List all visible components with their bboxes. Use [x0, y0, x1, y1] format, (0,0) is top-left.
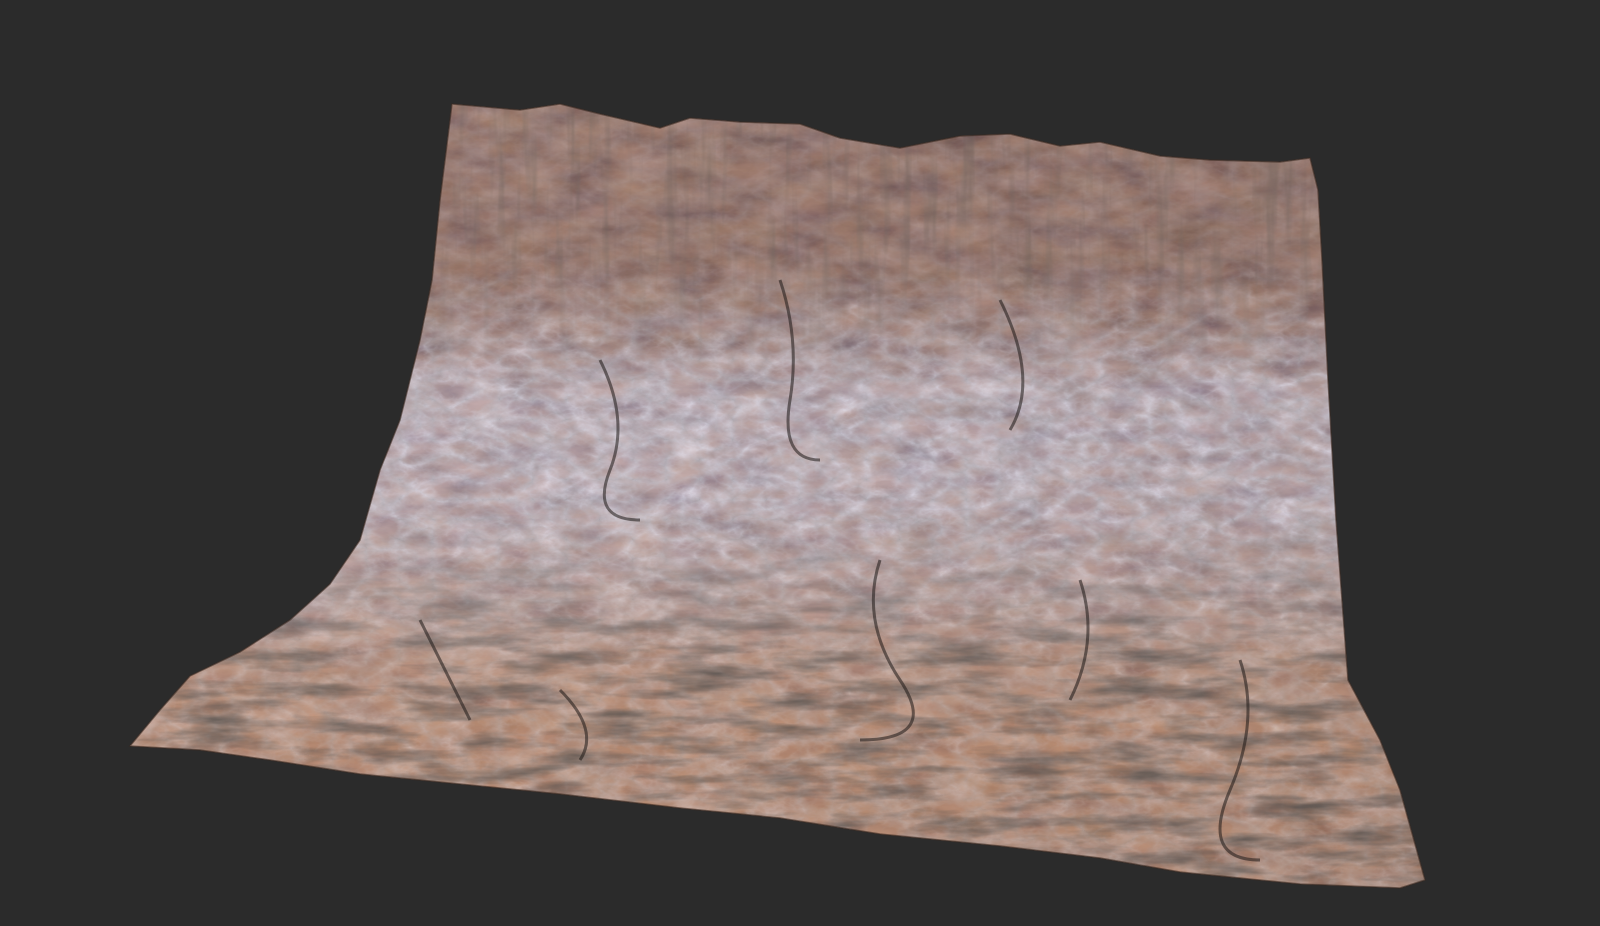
- viewport[interactable]: [0, 0, 1600, 926]
- terrain-render: [0, 0, 1600, 926]
